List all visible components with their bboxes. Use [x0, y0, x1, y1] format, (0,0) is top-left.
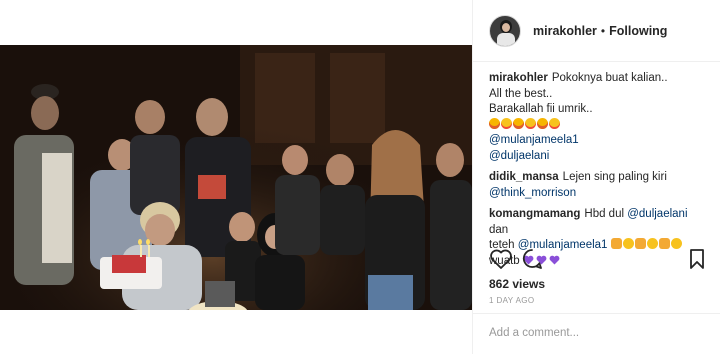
comment-list: mirakohler Pokoknya buat kalian.. All the… — [473, 62, 720, 269]
post-actions — [489, 248, 705, 272]
caption-line-1: Pokoknya buat kalian.. — [551, 72, 668, 84]
comment-text: Lejen sing paling kiri — [562, 171, 667, 183]
caption-line-2: All the best.. — [489, 87, 553, 100]
comment-mention[interactable]: @duljaelani — [627, 208, 687, 220]
heart-icon[interactable] — [489, 248, 513, 270]
heart-eyes-emoji-icon — [525, 117, 536, 129]
comment-icon[interactable] — [521, 248, 543, 270]
laugh-emoji-icon — [537, 117, 548, 129]
post-date[interactable]: 1 DAY AGO — [489, 296, 535, 305]
post-sidebar: mirakohler • Following mirakohler Pokokny… — [472, 0, 720, 354]
post-header: mirakohler • Following — [473, 0, 720, 62]
comment-text: Hbd dul — [584, 208, 625, 220]
heart-eyes-emoji-icon — [501, 117, 512, 129]
comment-mention[interactable]: @think_morrison — [489, 186, 704, 202]
laugh-emoji-icon — [513, 117, 524, 129]
caption-line-3: Barakallah fii umrik.. — [489, 103, 593, 115]
header-username[interactable]: mirakohler — [533, 24, 597, 38]
caption-emoji-row — [489, 117, 704, 134]
comment: didik_mansa Lejen sing paling kiri @think… — [489, 170, 704, 201]
laugh-emoji-icon — [489, 117, 500, 129]
avatar[interactable] — [489, 14, 521, 47]
following-button[interactable]: Following — [609, 24, 667, 38]
caption-username[interactable]: mirakohler — [489, 72, 548, 84]
add-comment-input[interactable]: Add a comment... — [473, 313, 720, 354]
heart-eyes-emoji-icon — [549, 117, 560, 129]
comment-username[interactable]: didik_mansa — [489, 171, 559, 183]
comment-username[interactable]: komangmamang — [489, 208, 580, 220]
bookmark-icon[interactable] — [689, 248, 705, 270]
view-count[interactable]: 862 views — [489, 277, 545, 291]
post-video[interactable] — [0, 45, 472, 310]
video-frame — [0, 45, 472, 310]
caption-mention-1[interactable]: @mulanjameela1 — [489, 133, 704, 149]
caption: mirakohler Pokoknya buat kalian.. All the… — [489, 71, 704, 164]
header-separator: • — [600, 23, 606, 38]
caption-mention-2[interactable]: @duljaelani — [489, 149, 704, 165]
comment-text: dan — [489, 223, 509, 236]
